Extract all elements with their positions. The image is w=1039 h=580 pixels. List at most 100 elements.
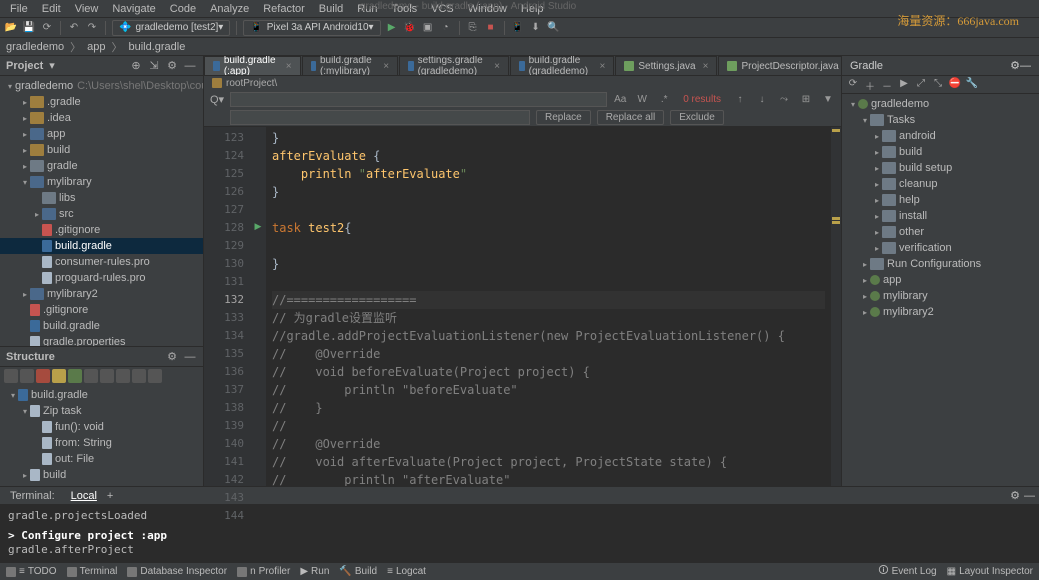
status-terminal[interactable]: Terminal <box>67 566 118 577</box>
settings-icon[interactable]: ⚙ <box>1010 59 1020 72</box>
find-input[interactable] <box>230 92 607 107</box>
hide-icon[interactable]: — <box>183 351 197 363</box>
add-terminal-icon[interactable]: + <box>107 490 113 502</box>
editor-tab[interactable]: ProjectDescriptor.java× <box>718 56 841 75</box>
collapse-icon[interactable]: ⇲ <box>147 59 161 72</box>
add-selection-icon[interactable]: ⊞ <box>797 94 815 105</box>
tree-item[interactable]: ▸build <box>0 142 203 158</box>
expand-icon[interactable] <box>132 369 146 383</box>
reload-icon[interactable]: ⟳ <box>846 78 860 92</box>
tree-item[interactable]: build.gradle <box>0 318 203 334</box>
status-layout[interactable]: ▦ Layout Inspector <box>947 566 1033 577</box>
tree-item[interactable]: ▸Run Configurations <box>842 256 1039 272</box>
tree-item[interactable]: ▾build.gradle <box>0 387 203 403</box>
tree-item[interactable]: ▸help <box>842 192 1039 208</box>
avd-icon[interactable]: 📱 <box>511 21 525 35</box>
menu-edit[interactable]: Edit <box>36 2 67 16</box>
select-all-icon[interactable]: ⤳ <box>775 94 793 105</box>
anon-icon[interactable] <box>100 369 114 383</box>
tree-item[interactable]: consumer-rules.pro <box>0 254 203 270</box>
project-tree[interactable]: ▾gradledemoC:\Users\shel\Desktop\course\… <box>0 76 203 346</box>
debug-icon[interactable]: 🐞 <box>403 21 417 35</box>
code-content[interactable]: }afterEvaluate { println "afterEvaluate"… <box>266 127 831 486</box>
redo-icon[interactable]: ↷ <box>85 21 99 35</box>
execute-icon[interactable]: ▶ <box>897 78 911 92</box>
regex-icon[interactable]: .* <box>655 94 673 105</box>
match-case-icon[interactable]: Aa <box>611 94 629 105</box>
run-icon[interactable]: ▶ <box>385 21 399 35</box>
tree-item[interactable]: .gitignore <box>0 302 203 318</box>
terminal-tab-local[interactable]: Local <box>65 490 103 502</box>
undo-icon[interactable]: ↶ <box>67 21 81 35</box>
tree-item[interactable]: ▸android <box>842 128 1039 144</box>
sync-icon[interactable]: ⟳ <box>40 21 54 35</box>
tree-item[interactable]: .gitignore <box>0 222 203 238</box>
status-logcat[interactable]: ≡ Logcat <box>387 566 426 577</box>
settings-icon[interactable]: ⚙ <box>165 59 179 72</box>
tree-item[interactable]: ▸src <box>0 206 203 222</box>
status-eventlog[interactable]: 🛈 Event Log <box>878 563 936 580</box>
filter-icon[interactable]: ▼ <box>819 94 837 105</box>
sort-icon[interactable] <box>4 369 18 383</box>
replace-button[interactable]: Replace <box>536 110 591 125</box>
exclude-button[interactable]: Exclude <box>670 110 724 125</box>
tree-item[interactable]: ▸install <box>842 208 1039 224</box>
tree-item[interactable]: ▸mylibrary2 <box>842 304 1039 320</box>
editor-tab[interactable]: build.gradle (:mylibrary)× <box>302 56 399 75</box>
prev-match-icon[interactable]: ↑ <box>731 94 749 105</box>
menu-refactor[interactable]: Refactor <box>257 2 311 16</box>
detach-icon[interactable]: － <box>880 78 894 92</box>
tree-item[interactable]: ▸app <box>0 126 203 142</box>
save-icon[interactable]: 💾 <box>22 21 36 35</box>
class-icon[interactable] <box>68 369 82 383</box>
hide-icon[interactable]: — <box>1020 60 1031 72</box>
terminal-output[interactable]: gradle.projectsLoaded > Configure projec… <box>0 504 1039 562</box>
status-database[interactable]: Database Inspector <box>127 566 227 577</box>
editor-tab[interactable]: Settings.java× <box>615 56 717 75</box>
menu-code[interactable]: Code <box>164 2 202 16</box>
tree-item[interactable]: ▾mylibrary <box>0 174 203 190</box>
tree-item[interactable]: ▸build setup <box>842 160 1039 176</box>
expand-icon[interactable]: ⤢ <box>914 78 928 92</box>
filter-icon[interactable] <box>20 369 34 383</box>
tree-item[interactable]: proguard-rules.pro <box>0 270 203 286</box>
breadcrumb-item[interactable]: app <box>87 41 105 53</box>
status-build[interactable]: 🔨 Build <box>339 566 377 577</box>
tree-item[interactable]: ▾Zip task <box>0 403 203 419</box>
inherited-icon[interactable] <box>84 369 98 383</box>
lambda-icon[interactable] <box>116 369 130 383</box>
offline-icon[interactable]: ⛔ <box>948 78 962 92</box>
tree-item[interactable]: ▾gradledemo <box>842 96 1039 112</box>
tree-item[interactable]: ▸gradle <box>0 158 203 174</box>
editor-tab[interactable]: build.gradle (gradledemo)× <box>510 56 614 75</box>
menu-navigate[interactable]: Navigate <box>106 2 161 16</box>
gradle-tree[interactable]: ▾gradledemo▾Tasks▸android▸build▸build se… <box>842 94 1039 486</box>
profile-icon[interactable]: ◔ <box>439 21 453 35</box>
search-icon[interactable]: 🔍 <box>547 21 561 35</box>
status-profiler[interactable]: n Profiler <box>237 566 290 577</box>
tree-item[interactable]: out: File <box>0 451 203 467</box>
tree-item[interactable]: ▾Tasks <box>842 112 1039 128</box>
warning-mark[interactable] <box>832 129 840 132</box>
replace-input[interactable] <box>230 110 530 125</box>
tree-item[interactable]: ▸mylibrary <box>842 288 1039 304</box>
tree-item[interactable]: ▸build <box>842 144 1039 160</box>
attach-icon[interactable]: ⎘ <box>466 21 480 35</box>
settings-icon[interactable]: ⚙ <box>165 350 179 363</box>
error-stripe[interactable] <box>831 127 841 486</box>
tree-item[interactable]: ▸app <box>842 272 1039 288</box>
menu-file[interactable]: File <box>4 2 34 16</box>
tree-item[interactable]: ▸cleanup <box>842 176 1039 192</box>
breadcrumb-item[interactable]: gradledemo <box>6 41 64 53</box>
hide-icon[interactable]: — <box>183 60 197 72</box>
field-icon[interactable] <box>36 369 50 383</box>
tree-item[interactable]: gradle.properties <box>0 334 203 346</box>
device-selector[interactable]: 📱 Pixel 3a API Android10 ▾ <box>243 20 380 36</box>
run-config-selector[interactable]: 💠 gradledemo [test2] ▾ <box>112 20 230 36</box>
tree-item[interactable]: ▸other <box>842 224 1039 240</box>
menu-view[interactable]: View <box>69 2 105 16</box>
warning-mark[interactable] <box>832 217 840 220</box>
tree-item[interactable]: ▸.gradle <box>0 94 203 110</box>
status-run[interactable]: ▶ Run <box>300 566 329 577</box>
method-icon[interactable] <box>52 369 66 383</box>
